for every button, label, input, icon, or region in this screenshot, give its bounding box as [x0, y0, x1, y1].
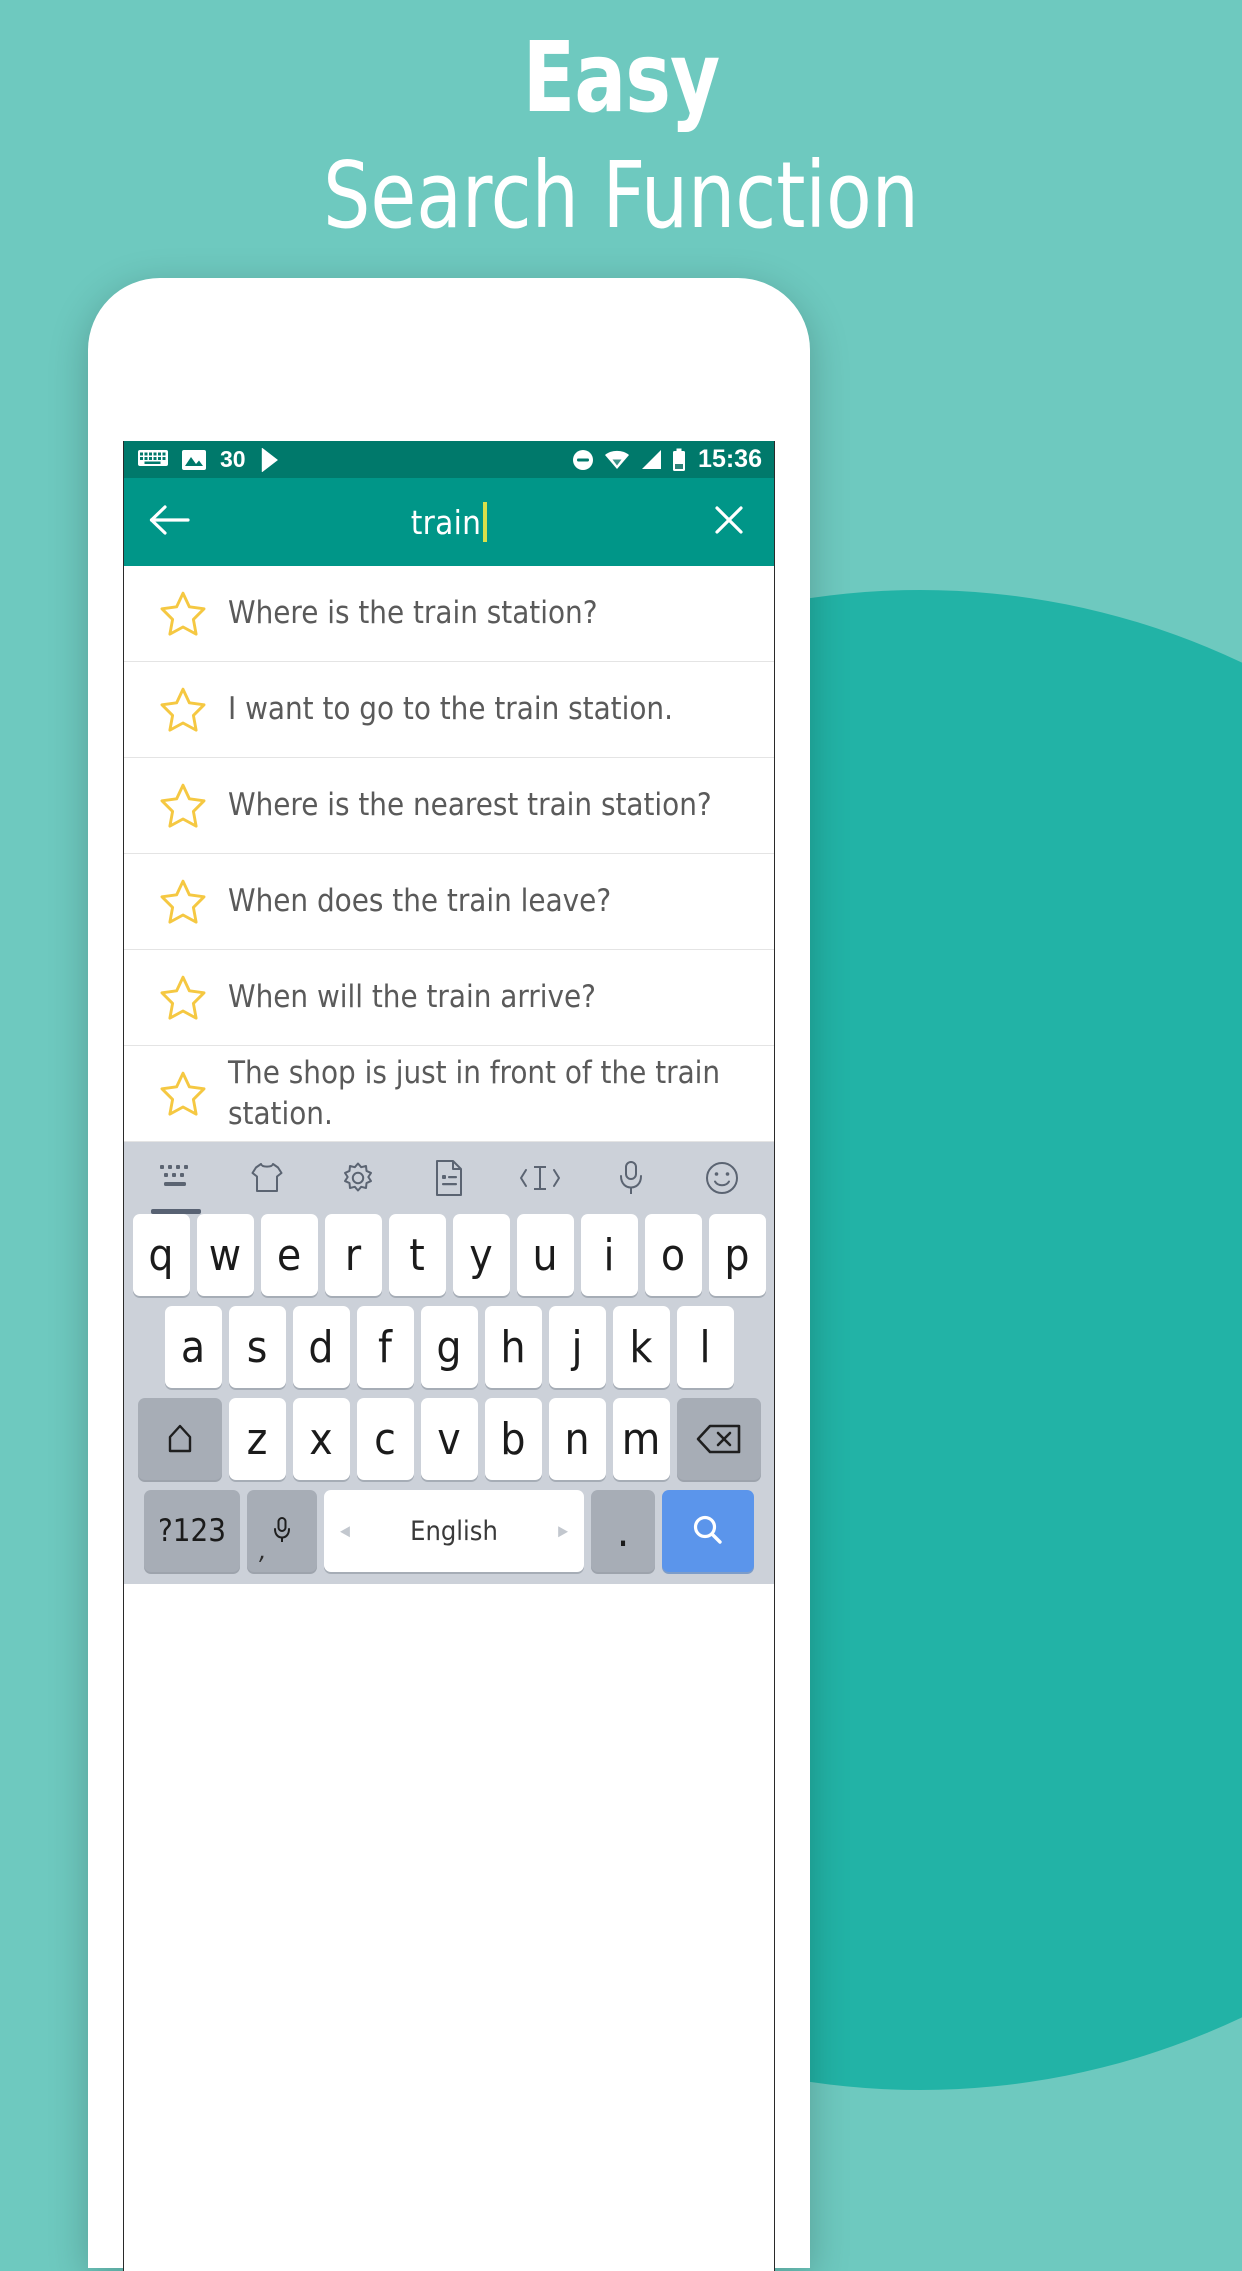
key-d[interactable]: d: [292, 1306, 350, 1388]
keyboard-icon[interactable]: [139, 1146, 213, 1214]
result-row[interactable]: I want to go to the train station.: [124, 662, 774, 758]
key-p[interactable]: p: [708, 1214, 766, 1296]
keyboard-row-4: ?123, ◂ English ▸.: [124, 1490, 774, 1572]
emoji-icon[interactable]: [685, 1146, 759, 1210]
space-language-label: English: [410, 1515, 498, 1547]
clipboard-icon[interactable]: [412, 1146, 486, 1210]
star-outline-icon[interactable]: [156, 588, 222, 640]
key-e[interactable]: e: [260, 1214, 318, 1296]
back-button[interactable]: [146, 499, 192, 545]
search-query-text: train: [410, 502, 482, 542]
key-s[interactable]: s: [228, 1306, 286, 1388]
mic-comma-key[interactable]: ,: [247, 1490, 317, 1572]
theme-shirt-icon[interactable]: [230, 1146, 304, 1210]
text-caret: [483, 502, 488, 542]
symbols-key[interactable]: ?123: [144, 1490, 240, 1572]
result-row[interactable]: Where is the train station?: [124, 566, 774, 662]
result-row[interactable]: The shop is just in front of the train s…: [124, 1046, 774, 1142]
key-q[interactable]: q: [132, 1214, 190, 1296]
key-v[interactable]: v: [420, 1398, 478, 1480]
play-store-icon: [259, 447, 283, 472]
keyboard-row-3: zxcvbnm: [124, 1398, 774, 1480]
result-row[interactable]: Where is the nearest train station?: [124, 758, 774, 854]
hero-title-line1: Easy: [522, 21, 720, 134]
key-m[interactable]: m: [612, 1398, 670, 1480]
search-app-bar: train: [124, 478, 774, 566]
signal-icon: [639, 449, 663, 471]
star-outline-icon[interactable]: [156, 876, 222, 928]
status-clock: 15:36: [698, 445, 762, 473]
key-g[interactable]: g: [420, 1306, 478, 1388]
key-y[interactable]: y: [452, 1214, 510, 1296]
keyboard-row-1: qwertyuiop: [124, 1214, 774, 1296]
star-outline-icon[interactable]: [156, 972, 222, 1024]
language-prev-arrow[interactable]: ◂: [340, 1519, 350, 1544]
backspace-key[interactable]: [676, 1398, 761, 1480]
key-z[interactable]: z: [228, 1398, 286, 1480]
star-outline-icon[interactable]: [156, 780, 222, 832]
phone-mockup: 30 15:36 train Where is the train statio…: [88, 278, 810, 2271]
notification-count: 30: [220, 446, 246, 472]
key-t[interactable]: t: [388, 1214, 446, 1296]
result-text: When will the train arrive?: [228, 979, 596, 1015]
battery-icon: [672, 448, 686, 472]
result-text: Where is the nearest train station?: [228, 787, 712, 823]
result-text: I want to go to the train station.: [228, 691, 673, 727]
result-text: When does the train leave?: [228, 883, 612, 919]
arrow-left-icon: [148, 503, 190, 542]
keyboard-row-2: asdfghjkl: [124, 1306, 774, 1388]
key-u[interactable]: u: [516, 1214, 574, 1296]
key-f[interactable]: f: [356, 1306, 414, 1388]
keyboard-toolbar: [124, 1142, 774, 1214]
comma-label: ,: [259, 1536, 267, 1566]
period-key[interactable]: .: [591, 1490, 655, 1572]
key-j[interactable]: j: [548, 1306, 606, 1388]
star-outline-icon[interactable]: [156, 684, 222, 736]
microphone-icon[interactable]: [594, 1146, 668, 1210]
cursor-move-icon[interactable]: [503, 1146, 577, 1210]
key-w[interactable]: w: [196, 1214, 254, 1296]
hero-title-line2: Search Function: [323, 142, 919, 249]
key-c[interactable]: c: [356, 1398, 414, 1480]
search-enter-key[interactable]: [662, 1490, 754, 1572]
search-input[interactable]: train: [192, 502, 706, 542]
android-status-bar: 30 15:36: [124, 441, 774, 478]
hero-heading-block: Easy Search Function: [0, 0, 1242, 250]
star-outline-icon[interactable]: [156, 1068, 222, 1120]
key-n[interactable]: n: [548, 1398, 606, 1480]
wifi-icon: [604, 449, 630, 471]
result-text: Where is the train station?: [228, 595, 598, 631]
search-results-list: Where is the train station? I want to go …: [124, 566, 774, 1142]
key-x[interactable]: x: [292, 1398, 350, 1480]
key-i[interactable]: i: [580, 1214, 638, 1296]
keyboard-icon: [138, 449, 168, 471]
do-not-disturb-icon: [571, 448, 595, 472]
key-o[interactable]: o: [644, 1214, 702, 1296]
result-row[interactable]: When will the train arrive?: [124, 950, 774, 1046]
shift-key[interactable]: [137, 1398, 222, 1480]
key-r[interactable]: r: [324, 1214, 382, 1296]
key-k[interactable]: k: [612, 1306, 670, 1388]
soft-keyboard: qwertyuiop asdfghjkl zxcvbnm ?123, ◂ Engli…: [124, 1142, 774, 1584]
key-a[interactable]: a: [164, 1306, 222, 1388]
close-icon: [711, 502, 747, 543]
result-text: The shop is just in front of the train s…: [228, 1054, 721, 1132]
key-h[interactable]: h: [484, 1306, 542, 1388]
key-l[interactable]: l: [676, 1306, 734, 1388]
key-b[interactable]: b: [484, 1398, 542, 1480]
space-key[interactable]: ◂ English ▸: [324, 1490, 584, 1572]
language-next-arrow[interactable]: ▸: [558, 1519, 568, 1544]
result-row[interactable]: When does the train leave?: [124, 854, 774, 950]
phone-screen: 30 15:36 train Where is the train statio…: [123, 441, 775, 2271]
clear-search-button[interactable]: [706, 499, 752, 545]
image-icon: [181, 448, 207, 472]
gear-icon[interactable]: [321, 1146, 395, 1210]
